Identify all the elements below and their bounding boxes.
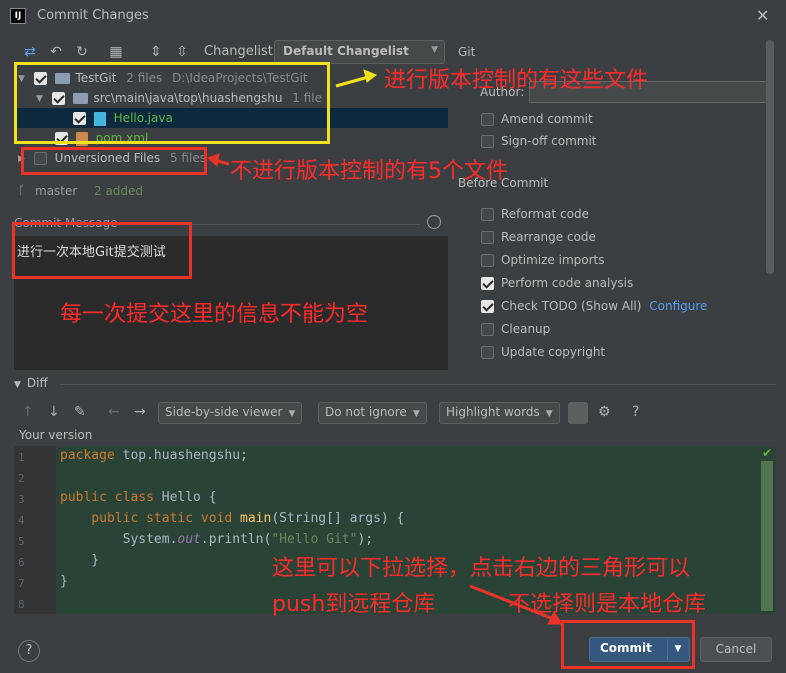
amend-commit-option[interactable]: Amend commit	[481, 110, 593, 128]
line-number: 6	[18, 556, 25, 569]
edit-source-icon[interactable]: ✎	[74, 404, 86, 420]
option-checkbox[interactable]	[481, 300, 494, 313]
option-label: Optimize imports	[501, 253, 605, 267]
refresh-icon[interactable]: ↻	[74, 44, 90, 60]
ignore-whitespace-dropdown[interactable]: Do not ignore ▼	[318, 402, 427, 424]
window-title: Commit Changes	[37, 8, 149, 23]
option-label: Perform code analysis	[501, 276, 634, 290]
prev-diff-icon[interactable]: ↑	[22, 404, 34, 420]
reformat-code-option[interactable]: Reformat code	[481, 205, 589, 223]
chevron-down-icon: ▼	[412, 409, 420, 419]
rollback-icon[interactable]: ↶	[48, 44, 64, 60]
option-label: Update copyright	[501, 345, 606, 359]
annotation-text: push到远程仓库	[272, 592, 436, 617]
annotation-text: 进行版本控制的有这些文件	[384, 68, 649, 93]
line-number: 7	[18, 577, 25, 590]
perform-code-analysis-option[interactable]: Perform code analysis	[481, 274, 633, 292]
code-line: }	[60, 574, 68, 589]
line-number: 2	[18, 472, 25, 485]
viewer-mode-dropdown[interactable]: Side-by-side viewer ▼	[158, 402, 303, 424]
option-label: Amend commit	[501, 112, 593, 126]
next-diff-icon[interactable]: ↓	[48, 404, 60, 420]
update-copyright-option[interactable]: Update copyright	[481, 343, 605, 361]
added-count: 2 added	[94, 184, 144, 198]
expand-all-icon[interactable]: ⇕	[148, 44, 164, 60]
collapse-triangle-icon[interactable]: ▼	[14, 380, 21, 390]
help-icon[interactable]: ?	[632, 404, 639, 420]
annotation-text: 这里可以下拉选择，点击右边的三角形可以	[272, 556, 691, 581]
diff-title: Diff	[26, 376, 48, 390]
amend-checkbox[interactable]	[481, 113, 494, 126]
line-number: 8	[18, 598, 25, 611]
option-checkbox[interactable]	[481, 208, 494, 221]
chevron-down-icon: ▼	[288, 409, 296, 419]
code-line: System.out.println("Hello Git");	[60, 532, 374, 547]
annotation-text: 不进行版本控制的有5个文件	[230, 159, 508, 184]
code-line: public class Hello {	[60, 490, 217, 505]
next-file-icon[interactable]: →	[134, 404, 146, 420]
lock-icon[interactable]	[568, 402, 588, 424]
annotation-text: 每一次提交这里的信息不能为空	[60, 302, 369, 327]
gear-icon[interactable]: ⚙	[598, 404, 611, 420]
close-icon[interactable]: ✕	[756, 6, 769, 25]
configure-link[interactable]: Configure	[649, 299, 707, 313]
option-label: Cleanup	[501, 322, 551, 336]
code-line: }	[60, 553, 100, 568]
chevron-down-icon: ▼	[545, 409, 553, 419]
cancel-button[interactable]: Cancel	[700, 637, 772, 662]
option-checkbox[interactable]	[481, 277, 494, 290]
prev-file-icon[interactable]: ←	[108, 404, 120, 420]
changelist-dropdown[interactable]: Default Changelist ▼	[274, 40, 445, 64]
option-checkbox[interactable]	[481, 323, 494, 336]
intellij-app-icon: IJ	[10, 8, 26, 24]
ignore-value: Do not ignore	[325, 405, 407, 419]
history-clock-icon[interactable]	[427, 215, 441, 229]
code-line: package top.huashengshu;	[60, 448, 248, 463]
line-number: 4	[18, 514, 25, 527]
group-by-icon[interactable]: ▦	[108, 44, 124, 60]
option-label: Sign-off commit	[501, 134, 597, 148]
line-number: 1	[18, 451, 25, 464]
option-checkbox[interactable]	[481, 254, 494, 267]
branch-icon: ᚴ	[18, 183, 26, 197]
annotation-yellow-box	[14, 62, 330, 144]
git-section-title: Git	[458, 45, 476, 59]
option-checkbox[interactable]	[481, 346, 494, 359]
chevron-down-icon: ▼	[431, 45, 438, 55]
line-number: 3	[18, 493, 25, 506]
annotation-red-box	[12, 222, 192, 279]
highlight-value: Highlight words	[446, 405, 540, 419]
signoff-commit-option[interactable]: Sign-off commit	[481, 132, 597, 150]
diff-scrollbar[interactable]	[761, 461, 773, 611]
line-number: 5	[18, 535, 25, 548]
your-version-label: Your version	[19, 428, 93, 442]
changelist-label: Changelist:	[204, 44, 278, 59]
option-label: Rearrange code	[501, 230, 596, 244]
show-diff-icon[interactable]: ⇄	[22, 44, 38, 60]
signoff-checkbox[interactable]	[481, 135, 494, 148]
annotation-red-box	[21, 147, 207, 175]
separator	[60, 384, 776, 385]
annotation-text: 不选择则是本地仓库	[508, 592, 707, 617]
highlight-words-dropdown[interactable]: Highlight words ▼	[439, 402, 560, 424]
optimize-imports-option[interactable]: Optimize imports	[481, 251, 605, 269]
cleanup-option[interactable]: Cleanup	[481, 320, 550, 338]
branch-name: master	[35, 184, 78, 198]
rearrange-code-option[interactable]: Rearrange code	[481, 228, 596, 246]
diff-section-header[interactable]: ▼ Diff	[14, 376, 48, 390]
code-line: public static void main(String[] args) {	[60, 511, 405, 526]
help-button[interactable]: ?	[18, 640, 40, 662]
annotation-red-box	[561, 620, 695, 669]
option-label: Reformat code	[501, 207, 589, 221]
check-todo-option[interactable]: Check TODO (Show All) Configure	[481, 297, 707, 315]
options-scrollbar[interactable]	[766, 40, 774, 274]
collapse-all-icon[interactable]: ⇳	[174, 44, 190, 60]
option-label: Check TODO (Show All)	[501, 299, 642, 313]
checkmark-icon: ✔	[762, 446, 773, 460]
viewer-mode-value: Side-by-side viewer	[165, 405, 283, 419]
option-checkbox[interactable]	[481, 231, 494, 244]
changelist-value: Default Changelist	[283, 44, 409, 58]
